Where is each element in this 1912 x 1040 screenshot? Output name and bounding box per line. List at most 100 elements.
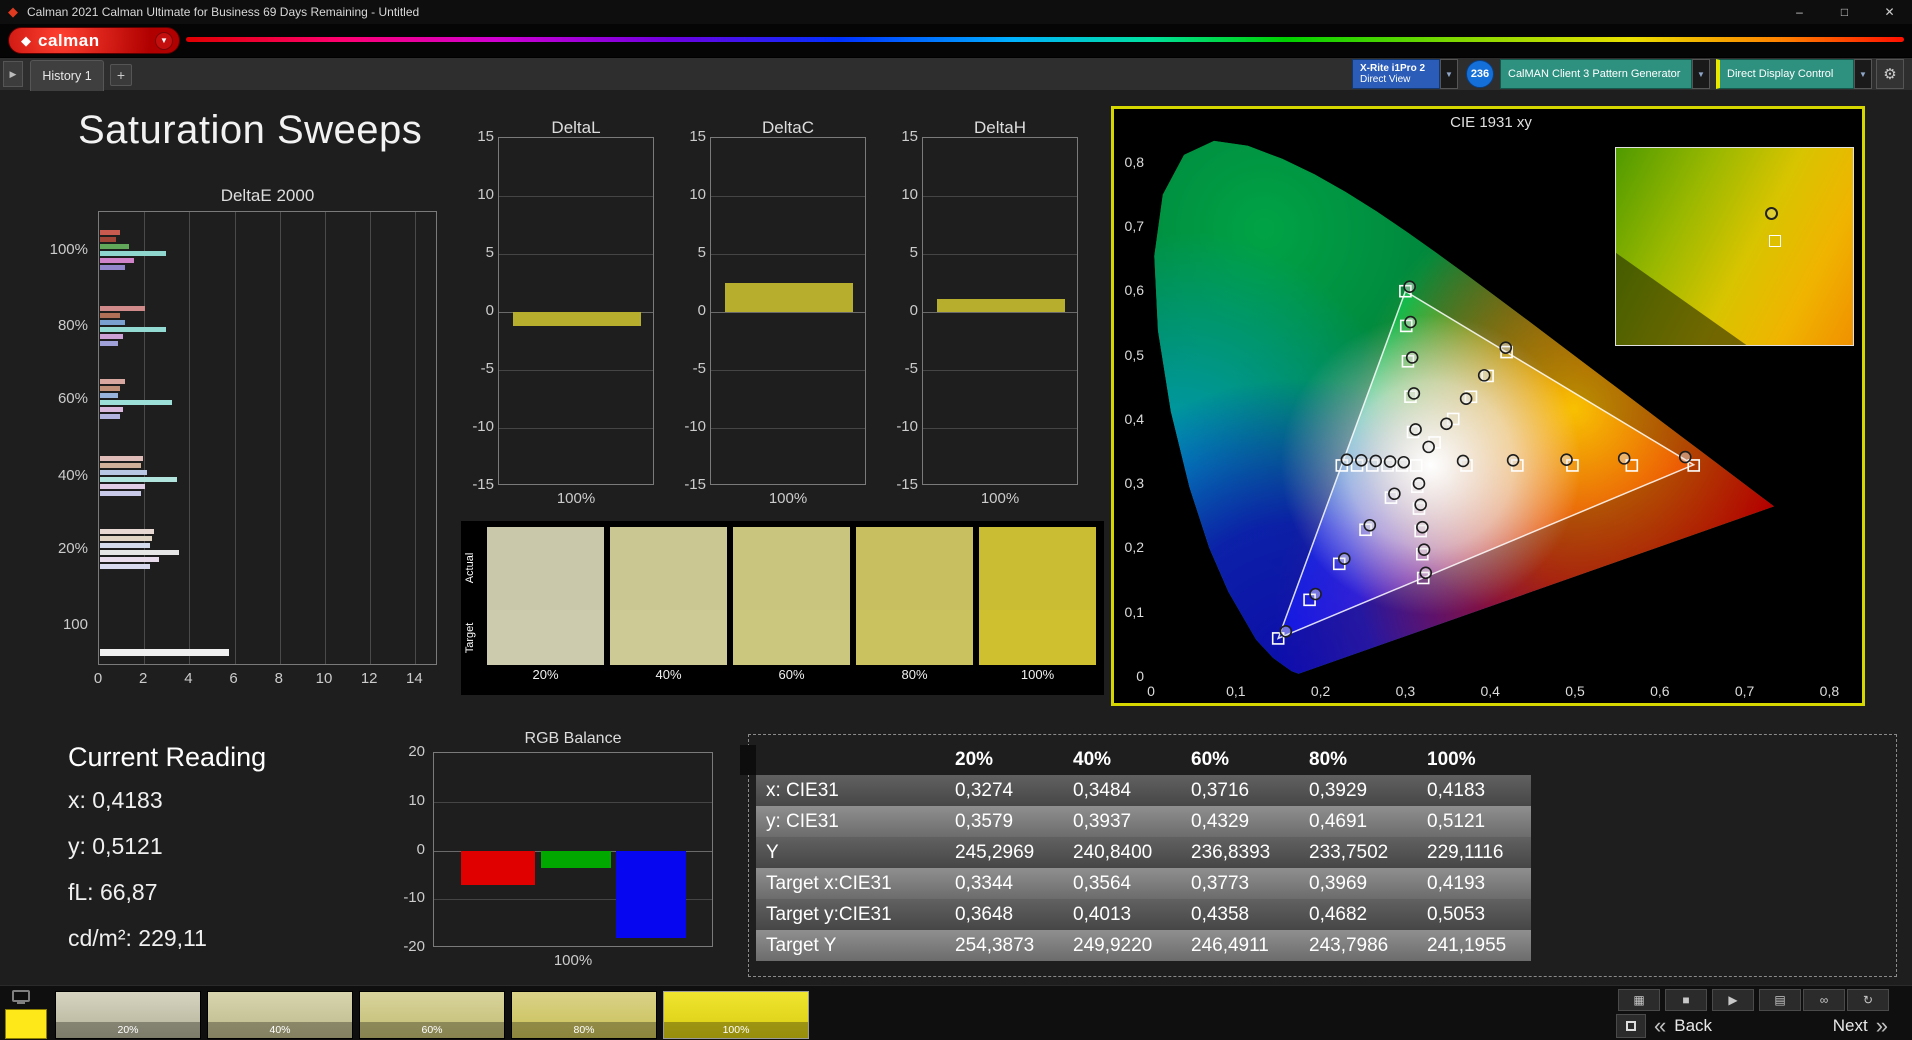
measured-point [1416,520,1429,534]
pattern-swatch-button[interactable]: 60% [359,991,505,1039]
measured-point [1388,487,1401,501]
rainbow-divider [186,37,1904,42]
axis-tick-label: 10 [689,186,706,203]
deltae-bar [100,491,141,496]
pattern-generator-dropdown-button[interactable]: ▼ [1692,59,1710,89]
screen-icon[interactable]: ▦ [1618,989,1660,1011]
target-swatch [856,610,973,665]
deltae-total-bar [100,649,229,656]
axis-tick-label: 0,2 [1124,539,1144,556]
cie-title: CIE 1931 xy [1450,114,1532,131]
deltae-bar [100,484,146,489]
calman-menu-button[interactable]: ◆ calman ▼ [8,27,180,54]
chevron-down-icon[interactable]: ▼ [155,31,173,50]
target-point-icon [1768,234,1781,247]
axis-tick-label: 0,5 [1565,683,1585,699]
gear-icon[interactable]: ⚙ [1876,59,1904,89]
axis-tick-label: 10 [901,186,918,203]
measured-point [1407,387,1421,400]
table-cell: 0,4183 [1427,779,1486,801]
swatch-label: 80% [512,1022,656,1038]
axis-tick-label: -15 [896,476,918,493]
axis-tick-label: -20 [403,938,425,955]
table-cell: 0,3564 [1073,872,1132,894]
gridline [923,254,1077,255]
measured-point [1456,454,1470,468]
meter-selector[interactable]: X-Rite i1Pro 2 Direct View [1352,59,1440,89]
column-header: 60% [1191,749,1230,770]
tab-history-1[interactable]: History 1 [30,60,104,91]
display-control-dropdown-button[interactable]: ▼ [1854,59,1872,89]
display-control-selector[interactable]: Direct Display Control [1716,59,1854,89]
report-icon[interactable]: ▤ [1759,989,1801,1011]
deltae-bar [100,550,180,555]
pattern-swatch-button[interactable]: 40% [207,991,353,1039]
minimize-button[interactable]: – [1777,0,1822,24]
luminance-badge[interactable]: 236 [1466,60,1494,88]
axis-tick-label: 0 [485,302,494,319]
table-row: y: CIE31 0,3579 0,3937 0,4329 0,4691 0,5121 [756,806,1531,837]
table-cell: 241,1955 [1427,934,1507,956]
history-panel-toggle[interactable]: ▶ [3,61,23,87]
maximize-button[interactable]: □ [1822,0,1867,24]
gridline [711,428,865,429]
pattern-swatch-button[interactable]: 80% [511,991,657,1039]
link-icon[interactable]: ∞ [1803,989,1845,1011]
measured-point [1355,454,1368,467]
axis-tick-label: 0,6 [1124,282,1144,299]
measured-point [1404,315,1417,329]
play-icon[interactable]: ▶ [1712,989,1754,1011]
stop-icon[interactable]: ■ [1665,989,1707,1011]
measured-point [1414,498,1427,511]
measured-point-icon [1765,207,1779,221]
meter-mode: Direct View [1360,74,1411,85]
measured-point [1363,518,1377,532]
column-header: 100% [1427,749,1476,770]
calman-logo-text: calman [38,30,100,50]
deltae-bar [100,341,119,346]
pattern-swatch-button[interactable]: 20% [55,991,201,1039]
measured-point [1417,543,1431,556]
deltae-bar [100,306,146,311]
axis-tick-label: 0,8 [1819,683,1840,699]
next-button[interactable]: Next » [1778,1013,1888,1039]
actual-swatch [733,527,850,610]
deltal-ylabels: 15 10 5 0 -5 -10 -15 [456,128,498,493]
deltae-bar [100,400,173,405]
deltae-bar [100,393,119,398]
pattern-generator-selector[interactable]: CalMAN Client 3 Pattern Generator [1500,59,1692,89]
axis-tick-label: -5 [480,360,494,377]
column-header: 40% [1073,749,1112,770]
axis-tick-label: 5 [697,244,706,261]
axis-tick-label: 14 [406,670,423,687]
column-header: 20% [955,749,994,770]
axis-tick-label: 0 [416,840,425,858]
add-tab-button[interactable]: + [110,64,132,86]
pattern-swatch-button[interactable]: 100% [663,991,809,1039]
calman-window: ◆ Calman 2021 Calman Ultimate for Busine… [0,0,1912,1040]
axis-tick-label: -15 [472,476,494,493]
cie-xlabels: 0 0,1 0,2 0,3 0,4 0,5 0,6 0,7 0,8 [1114,683,1868,703]
target-swatch [979,610,1096,665]
measured-point [1403,280,1416,293]
table-cell: 0,4329 [1191,810,1250,832]
gridline [370,212,372,664]
measured-point [1419,566,1433,580]
rgb-ylabels: 20 10 0 -10 -20 [391,743,429,955]
axis-tick-label: 0,3 [1124,475,1144,492]
axis-tick-label: 8 [274,670,283,687]
app-icon: ◆ [8,4,18,19]
row-label: Target x:CIE31 [766,872,892,894]
meter-dropdown-button[interactable]: ▼ [1440,59,1458,89]
swatch-label: 20% [532,667,559,682]
swatch-label: 100% [664,1022,808,1038]
measured-point [1499,341,1513,355]
swatch-strip: 20% 40% 60% 80% 100% [461,521,1104,695]
pattern-window-button[interactable] [1616,1014,1646,1038]
close-button[interactable]: ✕ [1867,0,1912,24]
display-icon [12,990,30,1004]
table-cell: 0,4358 [1191,903,1250,925]
chart-title: RGB Balance [524,730,622,747]
refresh-icon[interactable]: ↻ [1847,989,1889,1011]
back-button[interactable]: « Back [1654,1013,1766,1039]
